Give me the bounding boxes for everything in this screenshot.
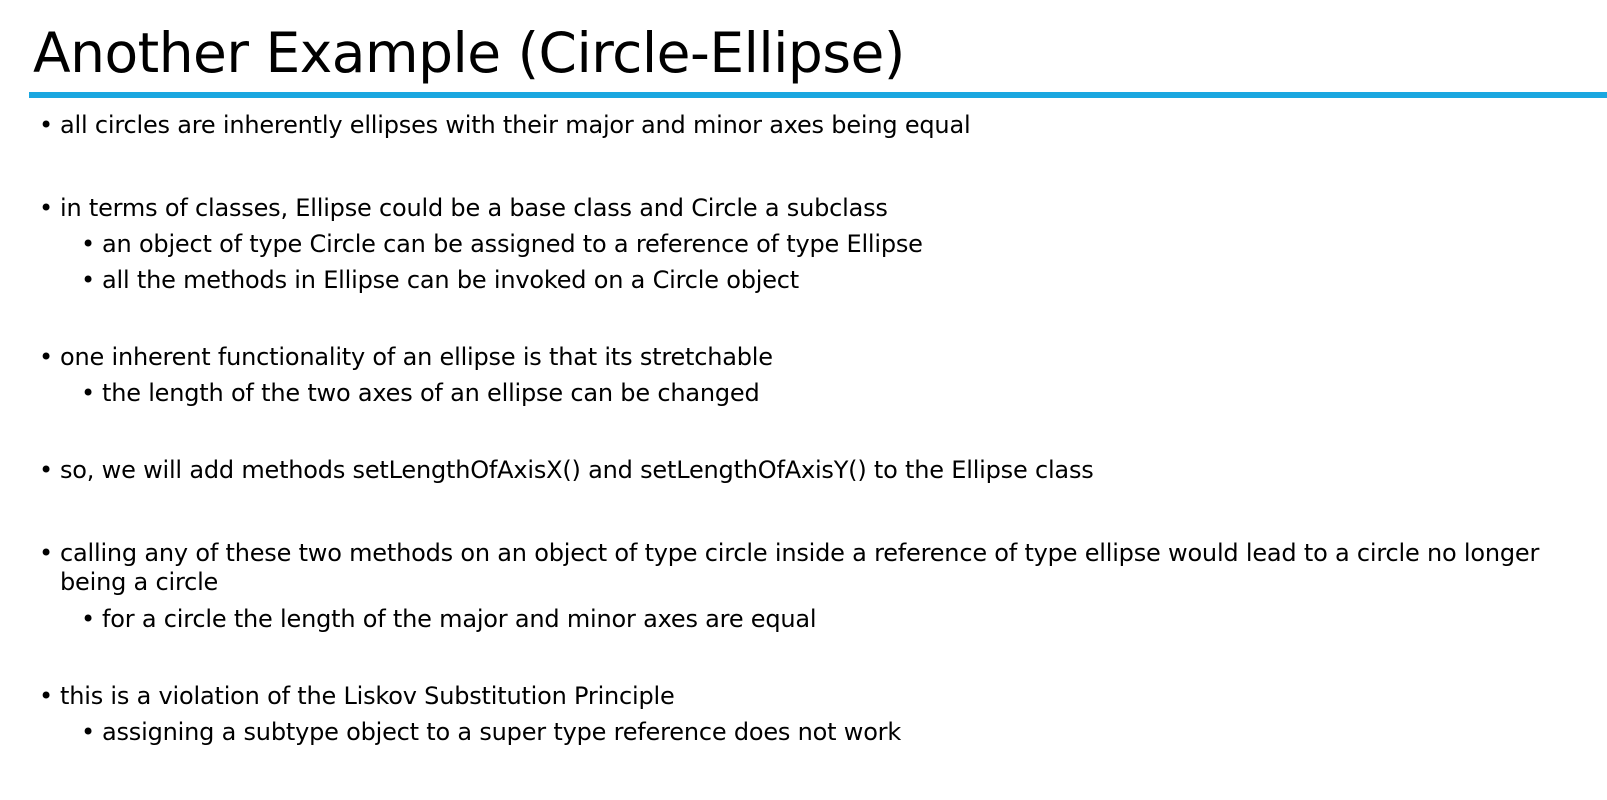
- bullet-marker: •: [81, 266, 95, 294]
- bullet-marker: •: [81, 605, 95, 633]
- bullet-text: in terms of classes, Ellipse could be a …: [60, 194, 888, 222]
- sub-bullet-item: • all the methods in Ellipse can be invo…: [81, 266, 799, 295]
- bullet-text: all circles are inherently ellipses with…: [60, 111, 971, 139]
- bullet-item: • calling any of these two methods on an…: [39, 539, 1580, 597]
- sub-bullet-text: the length of the two axes of an ellipse…: [102, 379, 760, 407]
- sub-bullet-text: assigning a subtype object to a super ty…: [102, 718, 902, 746]
- bullet-text: so, we will add methods setLengthOfAxisX…: [60, 456, 1094, 484]
- bullet-text: one inherent functionality of an ellipse…: [60, 343, 773, 371]
- bullet-marker: •: [81, 379, 95, 407]
- sub-bullet-text: an object of type Circle can be assigned…: [102, 230, 923, 258]
- sub-bullet-item: • assigning a subtype object to a super …: [81, 718, 902, 747]
- bullet-item: • all circles are inherently ellipses wi…: [39, 111, 971, 140]
- bullet-marker: •: [39, 111, 53, 139]
- sub-bullet-item: • the length of the two axes of an ellip…: [81, 379, 760, 408]
- bullet-marker: •: [39, 456, 53, 484]
- bullet-text: this is a violation of the Liskov Substi…: [60, 682, 675, 710]
- bullet-list: • all circles are inherently ellipses wi…: [0, 0, 1607, 800]
- slide: Another Example (Circle-Ellipse) • all c…: [0, 0, 1607, 800]
- bullet-item: • in terms of classes, Ellipse could be …: [39, 194, 888, 223]
- bullet-marker: •: [39, 194, 53, 222]
- bullet-item: • this is a violation of the Liskov Subs…: [39, 682, 675, 711]
- bullet-marker: •: [81, 718, 95, 746]
- bullet-marker: •: [39, 343, 53, 371]
- sub-bullet-text: for a circle the length of the major and…: [102, 605, 817, 633]
- bullet-item: • so, we will add methods setLengthOfAxi…: [39, 456, 1094, 485]
- bullet-marker: •: [39, 539, 53, 567]
- sub-bullet-text: all the methods in Ellipse can be invoke…: [102, 266, 799, 294]
- sub-bullet-item: • an object of type Circle can be assign…: [81, 230, 923, 259]
- bullet-item: • one inherent functionality of an ellip…: [39, 343, 773, 372]
- bullet-text: calling any of these two methods on an o…: [60, 539, 1540, 596]
- bullet-marker: •: [39, 682, 53, 710]
- sub-bullet-item: • for a circle the length of the major a…: [81, 605, 817, 634]
- bullet-marker: •: [81, 230, 95, 258]
